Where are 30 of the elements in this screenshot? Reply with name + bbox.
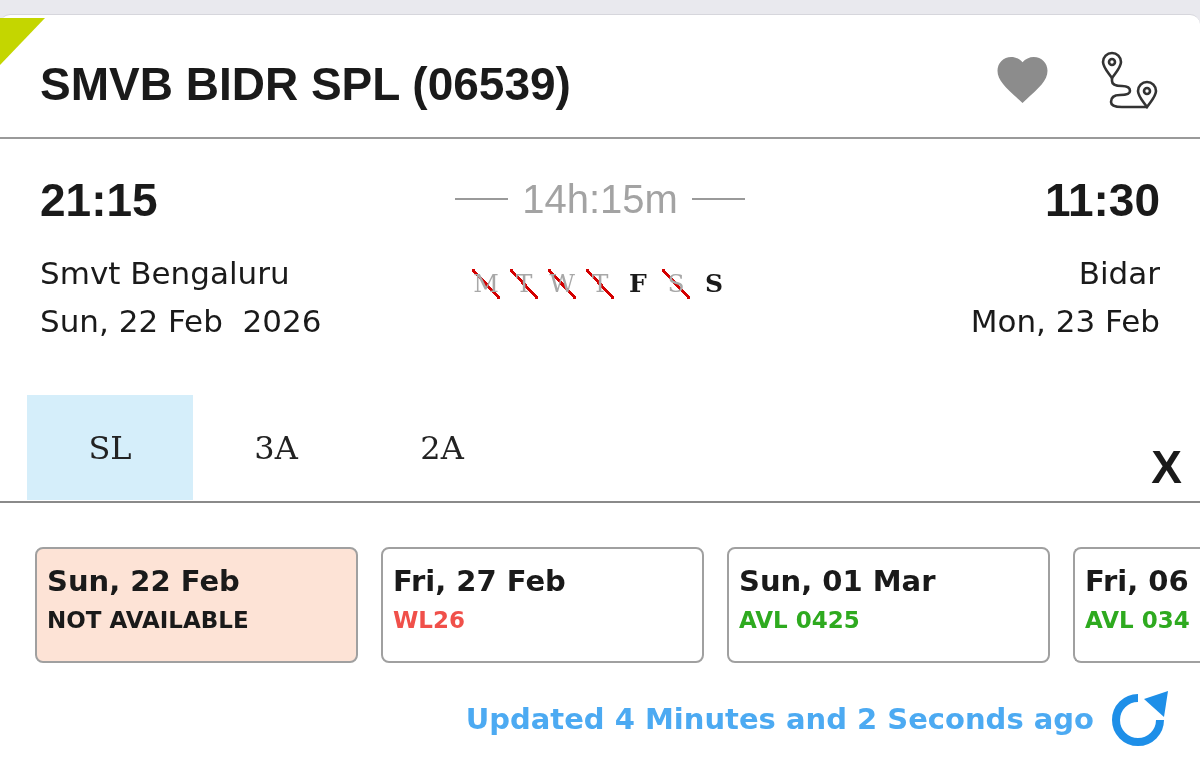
availability-status: AVL 0425 — [739, 606, 861, 635]
weekday-letter: F — [628, 269, 648, 299]
travel-date: Fri, 27 Feb — [393, 563, 567, 600]
travel-date: Sun, 22 Feb — [47, 563, 241, 600]
availability-status: NOT AVAILABLE — [47, 606, 250, 635]
travel-date: Sun, 01 Mar — [739, 563, 937, 600]
departure-date: Sun, 22 Feb 2026 — [40, 302, 322, 341]
weekday-letter: S — [703, 269, 724, 299]
arrival-station: Bidar — [1078, 254, 1160, 293]
class-tab[interactable]: SL — [27, 395, 193, 500]
travel-date: Fri, 06 — [1085, 563, 1190, 600]
corner-triangle-icon — [0, 18, 45, 65]
class-tab[interactable]: 3A — [193, 395, 359, 500]
route-pins-icon[interactable] — [1100, 51, 1160, 109]
heart-icon[interactable] — [995, 57, 1050, 103]
availability-status: WL26 — [393, 606, 467, 635]
date-card[interactable]: Fri, 27 Feb WL26 — [381, 547, 704, 663]
availability-status: AVL 034 — [1085, 606, 1190, 635]
date-card[interactable]: Sun, 01 Mar AVL 0425 — [727, 547, 1050, 663]
class-tab[interactable]: 2A — [359, 395, 525, 500]
departure-time: 21:15 — [40, 175, 158, 225]
arrival-date: Mon, 23 Feb — [970, 302, 1160, 341]
train-title: SMVB BIDR SPL (06539) — [40, 57, 572, 112]
close-button[interactable]: X — [1147, 447, 1186, 487]
journey-duration: 14h:15m — [522, 177, 678, 221]
date-card[interactable]: Fri, 06 AVL 034 — [1073, 547, 1200, 663]
date-card[interactable]: Sun, 22 Feb NOT AVAILABLE — [35, 547, 358, 663]
arrival-time: 11:30 — [1044, 175, 1160, 225]
last-updated-text: Updated 4 Minutes and 2 Seconds ago — [465, 701, 1094, 738]
departure-station: Smvt Bengaluru — [40, 254, 290, 293]
